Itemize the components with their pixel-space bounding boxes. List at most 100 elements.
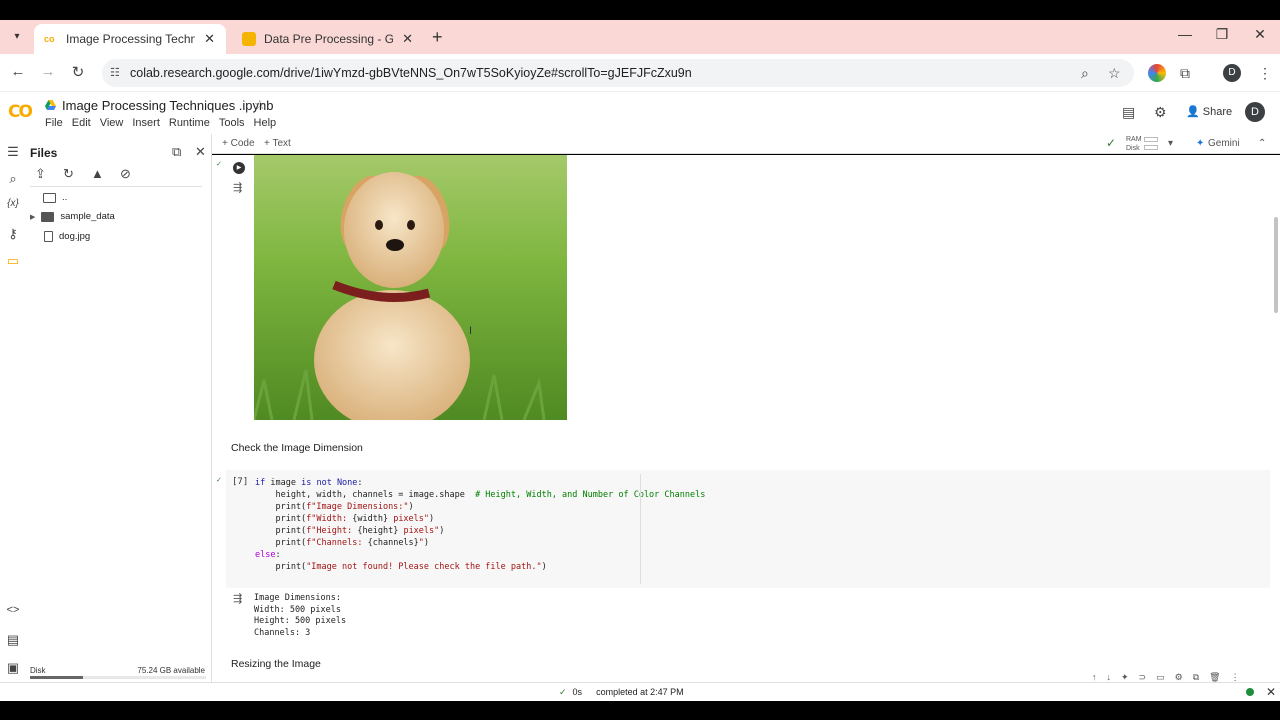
terminal-icon[interactable]: ▣	[5, 660, 21, 676]
extensions-puzzle-icon[interactable]: ⧉	[1180, 65, 1190, 82]
zoom-magnifier-icon[interactable]: ⌕	[1081, 65, 1089, 82]
expand-arrow-icon[interactable]: ▶	[30, 213, 35, 221]
address-bar[interactable]: ☷ colab.research.google.com/drive/1iwYmz…	[102, 59, 1134, 87]
text-cursor-icon: I	[469, 325, 473, 337]
bookmark-star-icon[interactable]: ☆	[1108, 65, 1121, 82]
runtime-dropdown-icon[interactable]: ▾	[1168, 138, 1173, 149]
colab-header: CO Image Processing Techniques .ipynb ☆ …	[0, 92, 1280, 134]
secrets-key-icon[interactable]: ⚷	[5, 226, 21, 242]
cell-settings-icon[interactable]: ⚙	[1175, 672, 1183, 682]
markdown-cell-heading[interactable]: Resizing the Image	[231, 658, 321, 670]
mount-drive-icon[interactable]: ▲	[91, 166, 104, 181]
scrollbar-thumb[interactable]	[1274, 217, 1278, 313]
restore-icon[interactable]: ❐	[1212, 26, 1232, 43]
add-text-button[interactable]: + Text	[264, 138, 291, 149]
menu-edit[interactable]: Edit	[72, 117, 91, 129]
browser-menu-icon[interactable]: ⋮	[1258, 65, 1272, 82]
output-line: Width: 500 pixels	[254, 604, 341, 615]
file-icon	[44, 231, 53, 242]
delete-icon[interactable]: 🗑	[1209, 672, 1220, 682]
run-cell-button[interactable]: ▶	[233, 162, 245, 174]
colab-logo[interactable]: CO	[8, 102, 33, 122]
status-check-icon: ✓	[559, 687, 567, 697]
divider	[30, 186, 202, 187]
more-options-icon[interactable]: ⋮	[1231, 672, 1240, 682]
output-line: Channels: 3	[254, 627, 311, 638]
notebook-title[interactable]: Image Processing Techniques .ipynb	[62, 98, 274, 113]
status-text: completed at 2:47 PM	[596, 687, 684, 697]
screen-bottom-border	[0, 701, 1280, 720]
menu-file[interactable]: File	[45, 117, 63, 129]
variables-icon[interactable]: {x}	[5, 198, 21, 209]
upload-file-icon[interactable]: ⇪	[35, 166, 46, 182]
close-panel-icon[interactable]: ✕	[195, 144, 206, 160]
folder-open-icon	[43, 192, 56, 203]
tree-item-label: sample_data	[60, 211, 115, 222]
forward-arrow-icon[interactable]: →	[38, 63, 58, 80]
minimize-icon[interactable]: —	[1175, 26, 1195, 42]
code-line: print(f"Height: {height} pixels")	[255, 526, 445, 536]
user-avatar[interactable]: D	[1245, 102, 1265, 122]
tree-item-parent[interactable]: ..	[43, 192, 67, 203]
search-icon[interactable]: ⌕	[5, 171, 21, 187]
menu-help[interactable]: Help	[254, 117, 277, 129]
move-down-icon[interactable]: ↓	[1107, 672, 1112, 682]
notebook-main: ✓ ▶ ⇶ I Check the Image Dimension ✓ [7]	[212, 155, 1280, 682]
move-up-icon[interactable]: ↑	[1092, 672, 1097, 682]
tab-sheets[interactable]: Data Pre Processing - Google Sheets ✕	[232, 24, 424, 54]
files-panel: Files ⧉ ✕ ⇪ ↻ ▲ ⊘ .. ▶ sample_data dog.j…	[26, 134, 212, 682]
site-info-icon[interactable]: ☷	[110, 66, 120, 79]
left-rail: ☰ ⌕ {x} ⚷ ▭ <> ▤ ▣	[0, 134, 26, 682]
tab-search-chevron-icon[interactable]: ▾	[8, 28, 26, 46]
collapse-chevron-icon[interactable]: ⌃	[1258, 138, 1266, 149]
resource-labels[interactable]: RAM Disk	[1126, 135, 1142, 153]
new-tab-icon[interactable]: +	[432, 27, 443, 48]
reload-icon[interactable]: ↻	[68, 63, 88, 81]
line-length-ruler	[640, 474, 641, 584]
output-toggle-icon[interactable]: ⇶	[233, 181, 242, 194]
window-close-icon[interactable]: ✕	[1250, 26, 1270, 43]
status-close-icon[interactable]: ✕	[1266, 685, 1276, 699]
code-editor[interactable]: if image is not None: height, width, cha…	[255, 477, 705, 573]
menu-tools[interactable]: Tools	[219, 117, 245, 129]
refresh-icon[interactable]: ↻	[63, 166, 74, 182]
profile-avatar[interactable]: D	[1223, 64, 1241, 82]
extension-color-icon[interactable]	[1148, 64, 1166, 82]
disk-label: Disk	[30, 666, 46, 675]
settings-gear-icon[interactable]: ⚙	[1154, 104, 1167, 121]
url-text: colab.research.google.com/drive/1iwYmzd-…	[130, 66, 692, 80]
tree-item-sample-data[interactable]: ▶ sample_data	[30, 211, 115, 222]
code-line: print(f"Channels: {channels}")	[255, 538, 430, 548]
markdown-cell-heading[interactable]: Check the Image Dimension	[231, 442, 363, 454]
star-notebook-icon[interactable]: ☆	[254, 97, 266, 113]
files-folder-icon[interactable]: ▭	[5, 253, 21, 269]
link-icon[interactable]: ⊃	[1139, 672, 1147, 682]
tab-close-icon[interactable]: ✕	[203, 31, 216, 47]
code-snippets-icon[interactable]: <>	[5, 604, 21, 616]
command-palette-icon[interactable]: ▤	[5, 632, 21, 648]
gemini-button[interactable]: Gemini	[1208, 138, 1240, 149]
comments-icon[interactable]: ▤	[1122, 104, 1135, 121]
menu-runtime[interactable]: Runtime	[169, 117, 210, 129]
tree-item-dog-jpg[interactable]: dog.jpg	[44, 231, 90, 242]
tab-close-icon[interactable]: ✕	[401, 31, 414, 47]
cell-output: Image Dimensions: Width: 500 pixels Heig…	[254, 593, 346, 639]
back-arrow-icon[interactable]: ←	[8, 63, 28, 80]
table-of-contents-icon[interactable]: ☰	[5, 144, 21, 160]
code-cell[interactable]: ✓ [7] if image is not None: height, widt…	[216, 470, 1270, 588]
add-code-button[interactable]: + Code	[222, 138, 255, 149]
code-line: else:	[255, 550, 281, 560]
menu-insert[interactable]: Insert	[132, 117, 160, 129]
gemini-sparkle-icon[interactable]: ✦	[1121, 672, 1129, 682]
scrollbar[interactable]	[1272, 155, 1280, 682]
tab-colab[interactable]: co Image Processing Techniques .ipynb - …	[34, 24, 226, 54]
open-in-tab-icon[interactable]: ⧉	[172, 144, 181, 160]
hide-files-eye-icon[interactable]: ⊘	[120, 166, 131, 182]
menu-view[interactable]: View	[100, 117, 124, 129]
mirror-cell-icon[interactable]: ⧉	[1193, 672, 1199, 682]
google-drive-icon	[45, 100, 56, 110]
comment-icon[interactable]: ▭	[1156, 672, 1165, 682]
status-message[interactable]: ✓ 0s completed at 2:47 PM	[559, 687, 684, 698]
share-button[interactable]: 👤 Share	[1186, 105, 1232, 118]
output-toggle-icon[interactable]: ⇶	[233, 592, 242, 605]
